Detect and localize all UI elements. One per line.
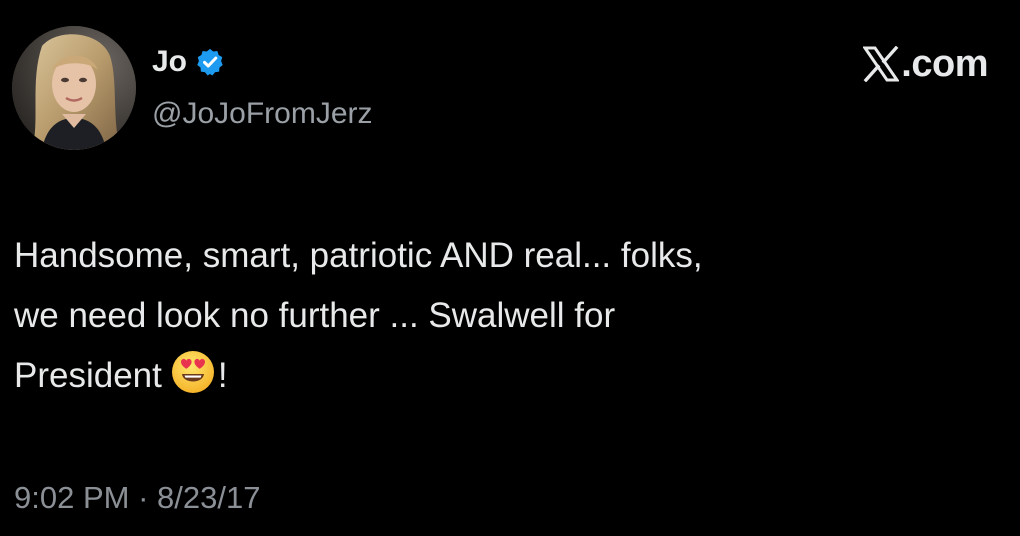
tweet-timestamp[interactable]: 9:02 PM · 8/23/17 — [14, 478, 260, 518]
tweet-time: 9:02 PM — [14, 480, 130, 515]
tweet-text-segment: President — [14, 356, 162, 395]
profile-photo — [12, 26, 136, 150]
x-logo-icon — [862, 45, 901, 83]
tweet-text: Handsome, smart, patriotic AND real... f… — [14, 226, 994, 406]
tweet-date: 8/23/17 — [157, 480, 261, 515]
brand-watermark: .com — [862, 42, 988, 86]
tweet-card: Jo @JoJoFromJerz .com Handsome, smart, p… — [0, 0, 1020, 536]
tweet-text-line: we need look no further ... Swalwell for — [14, 296, 616, 335]
smiling-face-with-heart-eyes-emoji — [170, 349, 216, 395]
timestamp-separator: · — [138, 480, 149, 515]
brand-domain: .com — [901, 43, 988, 85]
tweet-text-segment: ! — [217, 356, 228, 395]
author-display-name[interactable]: Jo — [152, 44, 187, 80]
verified-badge-icon — [195, 47, 225, 77]
tweet-text-line: President ! — [14, 346, 994, 406]
author-name-row: Jo — [152, 44, 225, 80]
tweet-text-line: Handsome, smart, patriotic AND real... f… — [14, 236, 703, 275]
avatar[interactable] — [12, 26, 136, 150]
author-handle[interactable]: @JoJoFromJerz — [152, 96, 373, 132]
